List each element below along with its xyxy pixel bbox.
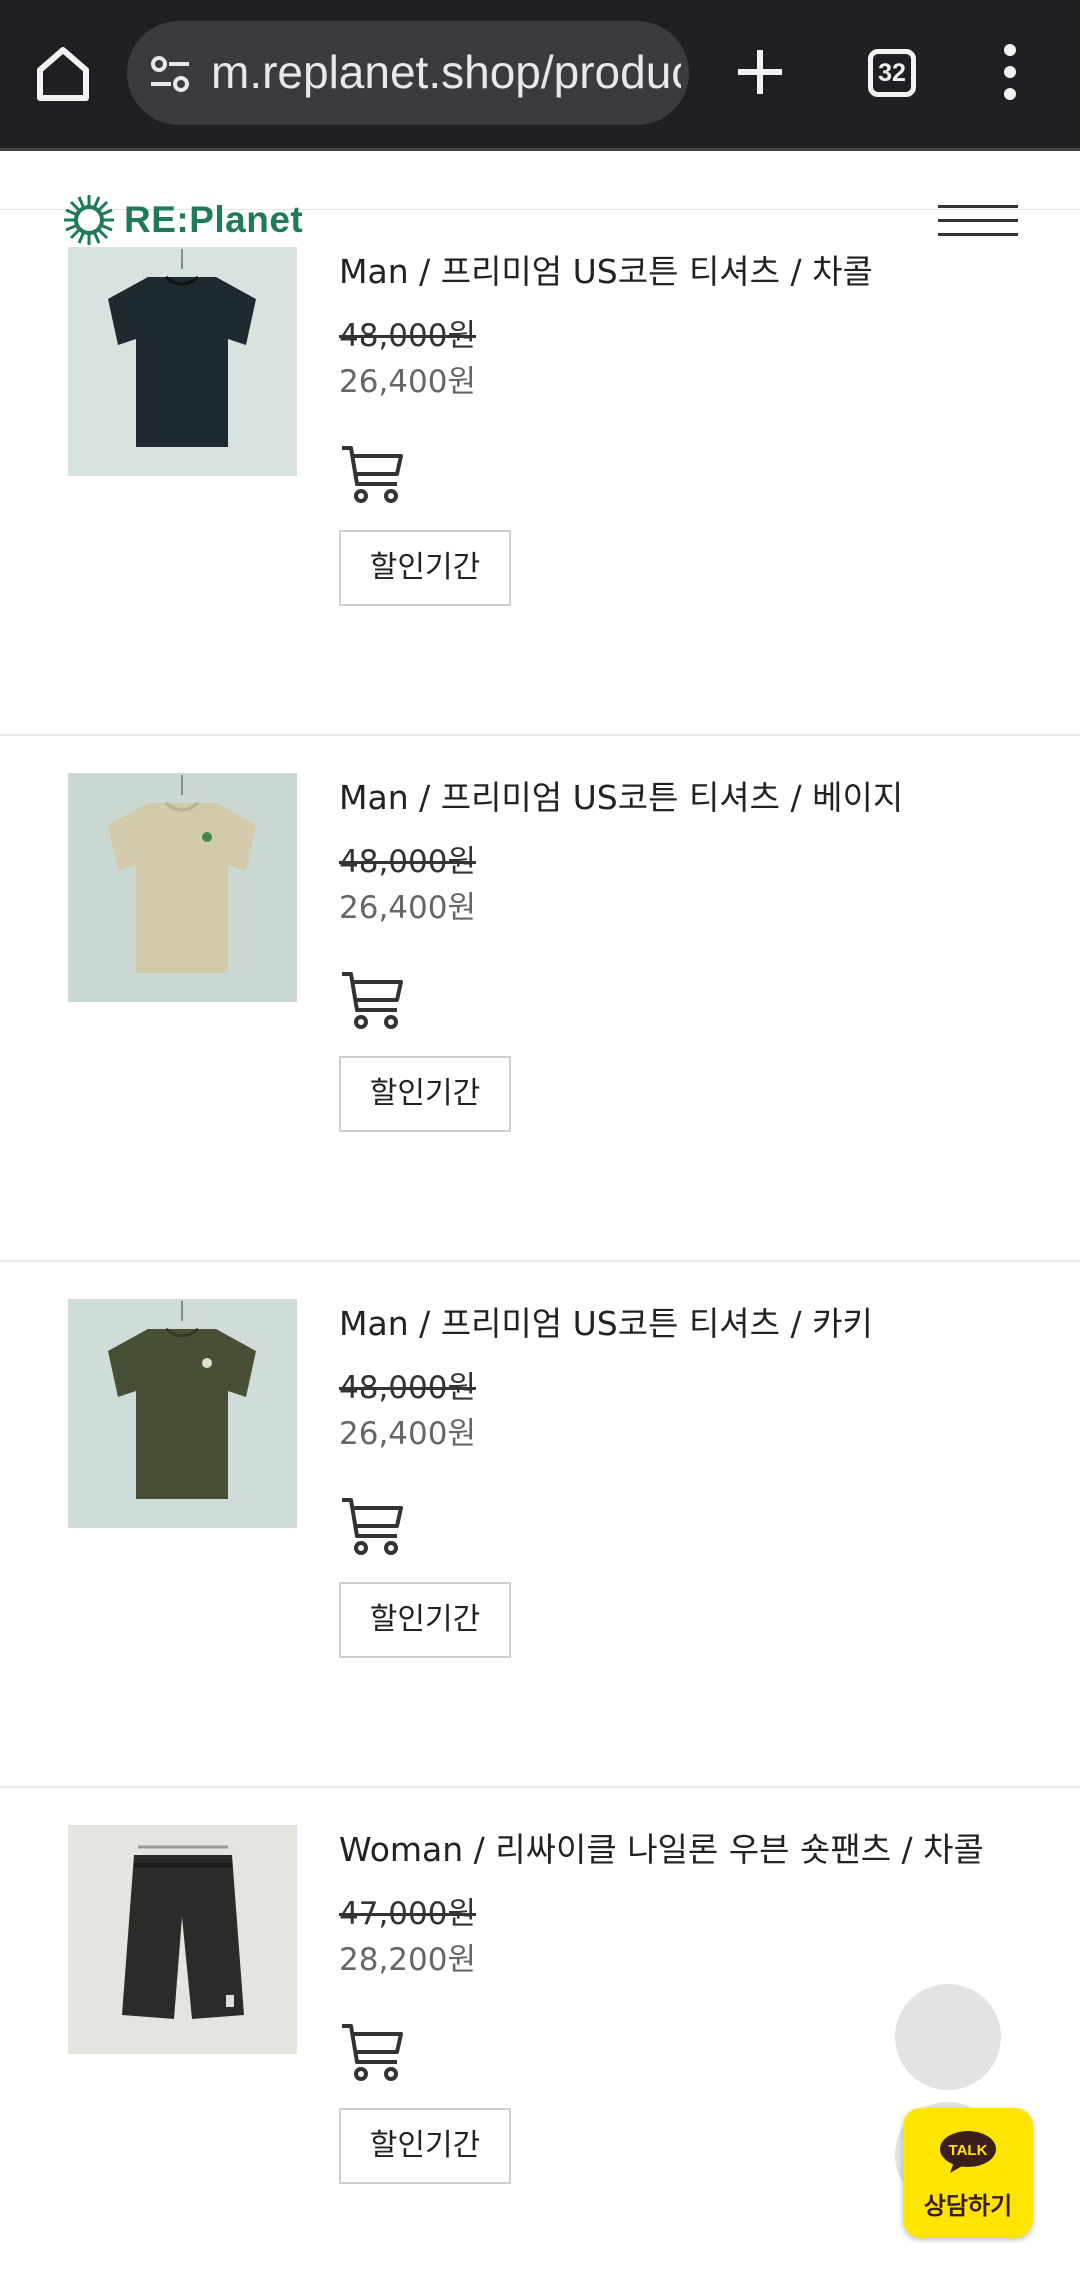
original-price: 48,000원 <box>339 318 476 354</box>
discount-period-button[interactable]: 할인기간 <box>339 2108 511 2184</box>
original-price: 47,000원 <box>339 1896 476 1932</box>
original-price: 48,000원 <box>339 844 476 880</box>
product-title[interactable]: Woman / 리싸이클 나일론 우븐 숏팬츠 / 차콜 <box>339 1823 984 1871</box>
product-item[interactable]: Man / 프리미엄 US코튼 티셔츠 / 카키 48,000원 26,400원… <box>0 1262 1080 1788</box>
sale-price: 26,400원 <box>339 890 476 926</box>
product-thumbnail[interactable] <box>68 1825 297 2054</box>
url-text[interactable]: m.replanet.shop/product <box>211 45 681 99</box>
new-tab-icon[interactable] <box>732 44 788 100</box>
discount-period-button[interactable]: 할인기간 <box>339 1056 511 1132</box>
site-logo[interactable]: RE:Planet <box>62 190 303 250</box>
discount-period-button[interactable]: 할인기간 <box>339 530 511 606</box>
address-bar[interactable]: m.replanet.shop/product <box>127 21 689 125</box>
product-title[interactable]: Man / 프리미엄 US코튼 티셔츠 / 카키 <box>339 1297 873 1345</box>
more-options-icon[interactable] <box>1002 42 1018 102</box>
sale-price: 28,200원 <box>339 1942 476 1978</box>
product-title[interactable]: Man / 프리미엄 US코튼 티셔츠 / 차콜 <box>339 245 873 293</box>
kakao-badge: TALK <box>949 2142 988 2159</box>
cart-icon[interactable] <box>339 2020 405 2082</box>
kakao-talk-consult-button[interactable]: TALK 상담하기 <box>903 2108 1033 2238</box>
home-icon[interactable] <box>30 40 96 106</box>
cart-icon[interactable] <box>339 1494 405 1556</box>
kakao-talk-icon: TALK <box>940 2131 996 2173</box>
scroll-top-button[interactable] <box>895 1984 1001 2090</box>
kakao-label: 상담하기 <box>923 2192 1013 2220</box>
browser-toolbar: m.replanet.shop/product 32 <box>0 0 1080 148</box>
product-item[interactable]: Man / 프리미엄 US코튼 티셔츠 / 베이지 48,000원 26,400… <box>0 736 1080 1262</box>
original-price: 48,000원 <box>339 1370 476 1406</box>
product-thumbnail[interactable] <box>68 1299 297 1528</box>
sale-price: 26,400원 <box>339 1416 476 1452</box>
product-title[interactable]: Man / 프리미엄 US코튼 티셔츠 / 베이지 <box>339 771 903 819</box>
logo-text: RE:Planet <box>124 199 304 240</box>
sun-logo-icon <box>64 195 114 245</box>
tab-switcher-button[interactable]: 32 <box>868 49 916 97</box>
product-thumbnail[interactable] <box>68 247 297 476</box>
sale-price: 26,400원 <box>339 364 476 400</box>
product-item[interactable]: Man / 프리미엄 US코튼 티셔츠 / 차콜 48,000원 26,400원… <box>0 210 1080 736</box>
product-thumbnail[interactable] <box>68 773 297 1002</box>
hamburger-menu-icon[interactable] <box>938 205 1018 239</box>
cart-icon[interactable] <box>339 442 405 504</box>
cart-icon[interactable] <box>339 968 405 1030</box>
discount-period-button[interactable]: 할인기간 <box>339 1582 511 1658</box>
site-settings-icon[interactable] <box>147 51 193 97</box>
